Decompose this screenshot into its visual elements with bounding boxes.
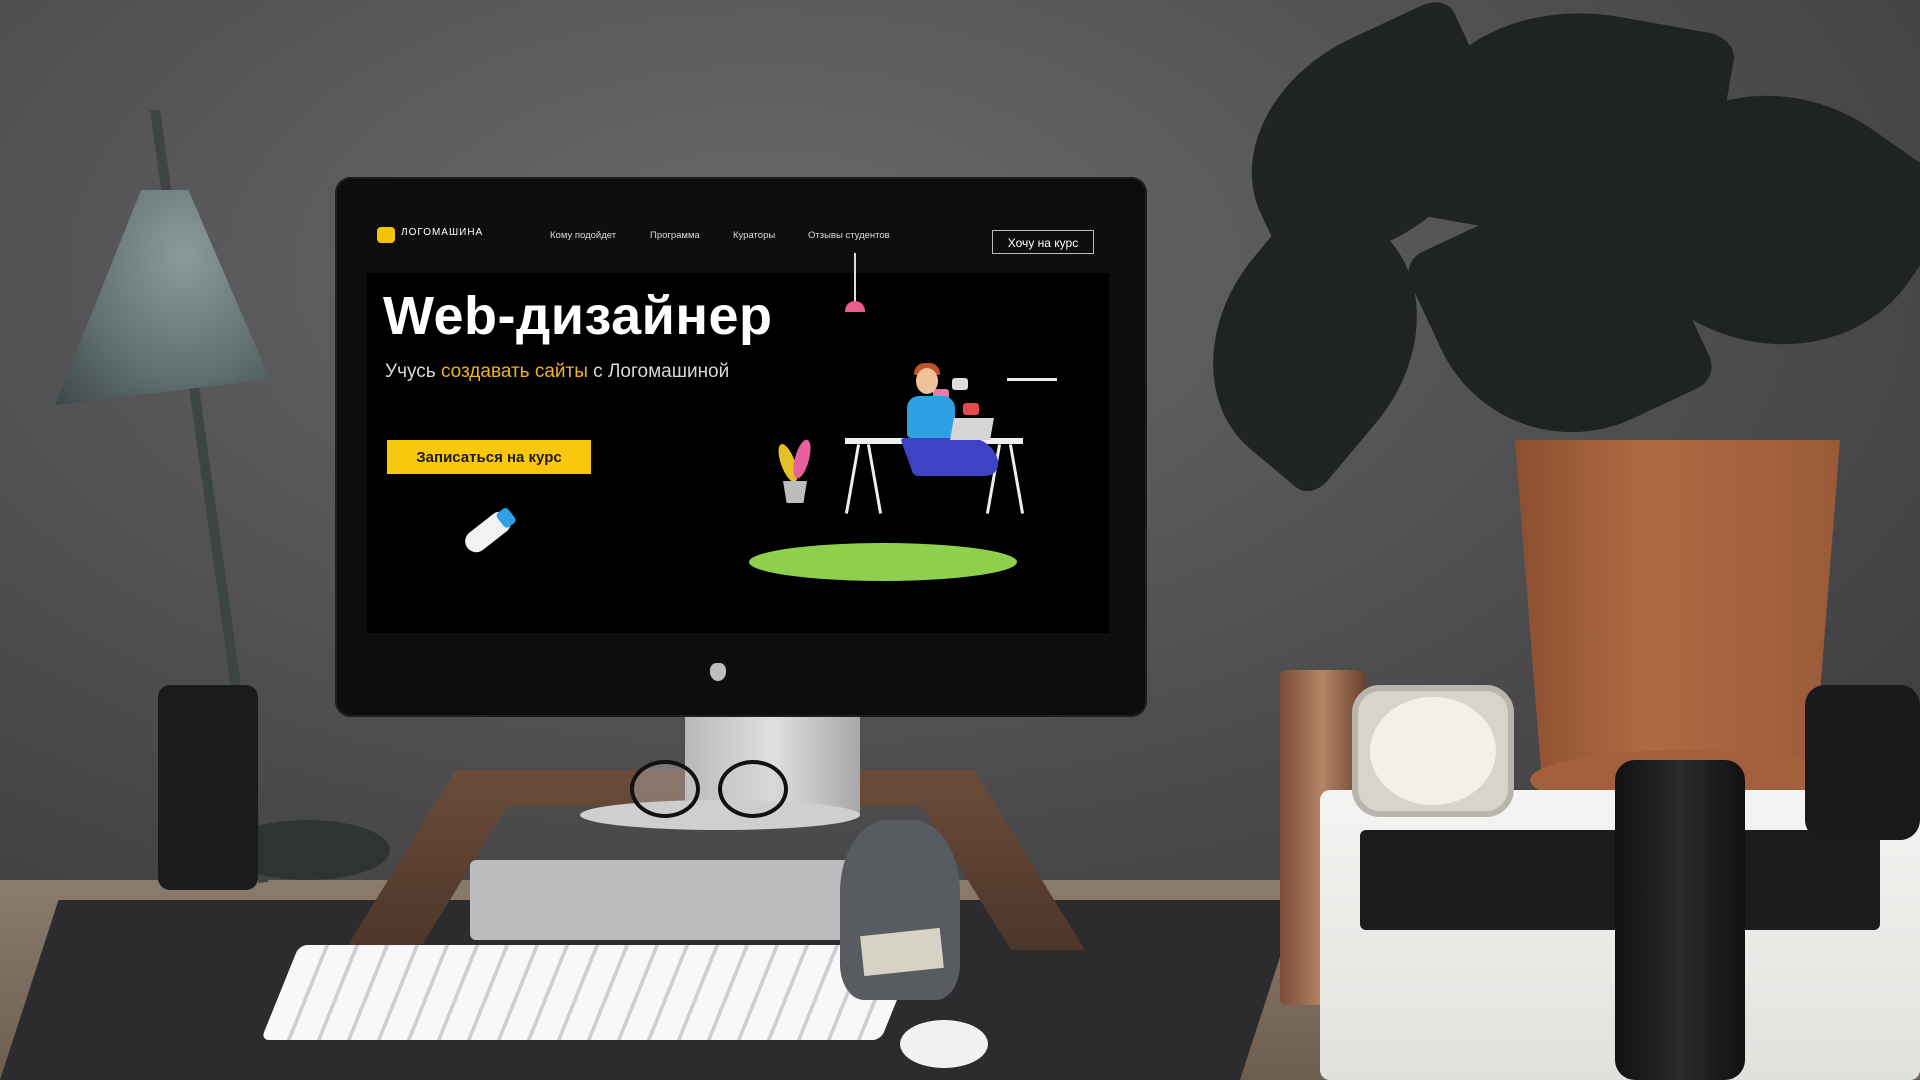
speaker	[1805, 685, 1920, 840]
illustration-note-icon	[952, 378, 968, 390]
illustration-lamp-cord	[854, 253, 856, 303]
pill-illustration	[460, 507, 516, 557]
smiley-logo-icon[interactable]	[377, 227, 395, 243]
mouse	[900, 1020, 988, 1068]
illustration-person-head	[916, 368, 938, 394]
pouch-label	[860, 927, 944, 977]
illustration-laptop	[950, 418, 994, 440]
plant-pot	[1515, 440, 1840, 770]
hero-subtitle: Учусь создавать сайты с Логомашиной	[385, 361, 729, 383]
illustration-note-icon	[963, 403, 979, 415]
hero-subtitle-accent: создавать сайты	[440, 361, 588, 382]
illustration-lamp-icon	[845, 301, 865, 312]
illustration-shelf	[1007, 378, 1057, 381]
illustration-grass	[749, 543, 1017, 581]
illustration-plant-leaf	[790, 437, 814, 481]
want-course-button[interactable]: Хочу на курс	[992, 230, 1094, 254]
camera-lens	[1615, 760, 1745, 1080]
illustration-table-leg	[1008, 444, 1025, 514]
nav-item-program[interactable]: Программа	[650, 230, 700, 241]
illustration-person-torso	[907, 396, 955, 438]
illustration-table-leg	[844, 444, 861, 514]
nav-item-audience[interactable]: Кому подойдет	[550, 230, 616, 241]
site-logo-text[interactable]: ЛОГОМАШИНА	[401, 227, 483, 238]
signup-button[interactable]: Записаться на курс	[387, 440, 591, 474]
hero-subtitle-end: с Логомашиной	[587, 361, 730, 382]
phone	[158, 685, 258, 890]
alarm-clock	[1352, 685, 1514, 817]
apple-logo-icon	[710, 663, 726, 681]
site-header: ЛОГОМАШИНА Кому подойдет Программа Курат…	[367, 213, 1109, 273]
nav-item-reviews[interactable]: Отзывы студентов	[808, 230, 890, 241]
illustration-table-leg	[866, 444, 883, 514]
hero-title: Web-дизайнер	[383, 286, 773, 346]
glasses	[630, 760, 790, 818]
keyboard	[260, 945, 920, 1040]
clock-face	[1370, 697, 1496, 805]
monitor-screen: ЛОГОМАШИНА Кому подойдет Программа Курат…	[367, 213, 1109, 633]
nav-item-curators[interactable]: Кураторы	[733, 230, 775, 241]
fabric-pouch	[840, 820, 960, 1000]
hero-subtitle-start: Учусь	[385, 361, 441, 382]
illustration-plant-pot	[783, 481, 807, 503]
